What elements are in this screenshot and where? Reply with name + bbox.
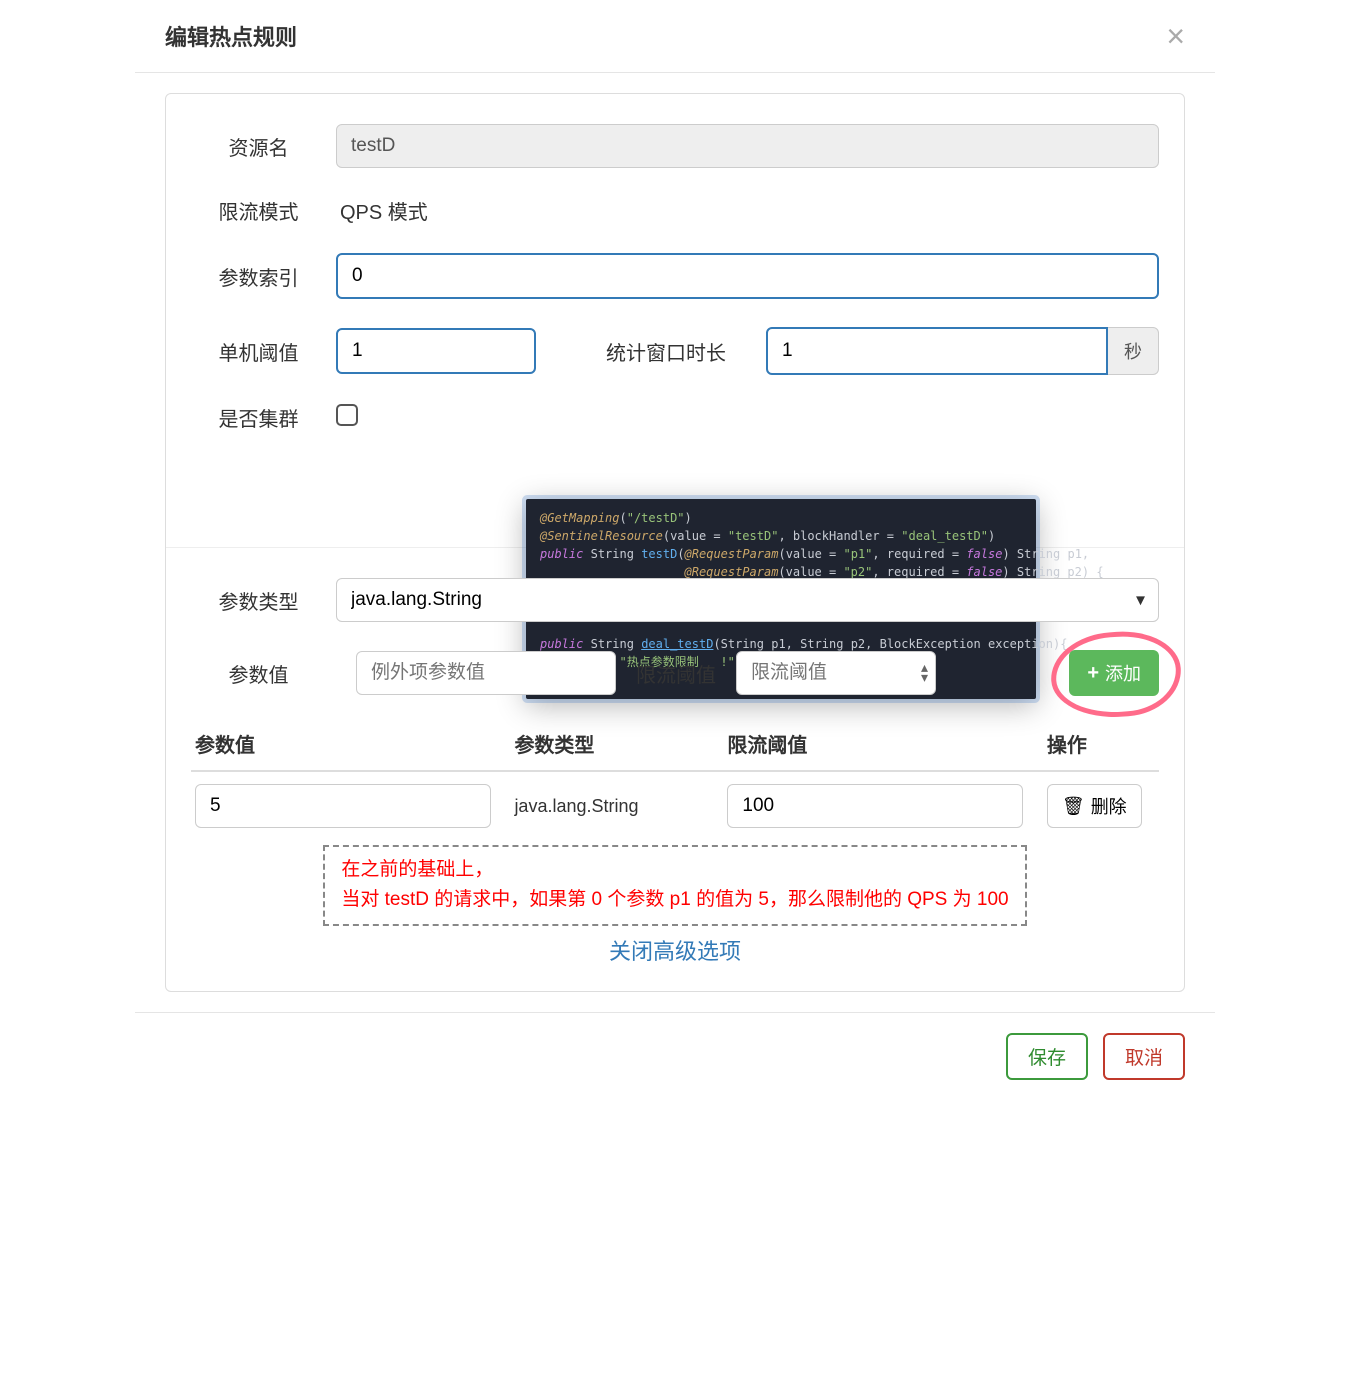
label-resource: 资源名 (191, 132, 336, 161)
toggle-advanced-link[interactable]: 关闭高级选项 (191, 934, 1159, 966)
label-param-type: 参数类型 (191, 586, 336, 615)
value-mode: QPS 模式 (336, 196, 1159, 225)
row-mode: 限流模式 QPS 模式 (191, 196, 1159, 225)
col-value: 参数值 (191, 721, 510, 771)
cell-type: java.lang.String (514, 796, 638, 816)
label-threshold: 单机阈值 (191, 337, 336, 366)
add-button-label: 添加 (1105, 660, 1141, 686)
unit-seconds: 秒 (1108, 327, 1159, 375)
label-mode: 限流模式 (191, 196, 336, 225)
annotation-line1: 在之前的基础上， (341, 855, 1008, 885)
checkbox-cluster[interactable] (336, 404, 358, 426)
form-panel: 资源名 限流模式 QPS 模式 参数索引 单机阈值 统 (165, 93, 1185, 992)
close-icon[interactable]: × (1166, 20, 1185, 52)
input-exception-value[interactable] (356, 651, 616, 695)
edit-hotspot-rule-modal: 编辑热点规则 × 资源名 限流模式 QPS 模式 参数索引 (135, 0, 1215, 1105)
save-button[interactable]: 保存 (1006, 1033, 1088, 1080)
modal-title: 编辑热点规则 (165, 20, 297, 52)
input-threshold[interactable] (336, 328, 536, 374)
col-type: 参数类型 (510, 721, 723, 771)
modal-header: 编辑热点规则 × (135, 0, 1215, 73)
modal-body: 资源名 限流模式 QPS 模式 参数索引 单机阈值 统 (135, 73, 1215, 992)
table-row: java.lang.String 🗑 删除 (191, 771, 1159, 840)
modal-footer: 保存 取消 (135, 1012, 1215, 1105)
delete-button[interactable]: 🗑 删除 (1047, 784, 1142, 828)
col-limit: 限流阈值 (723, 721, 1042, 771)
delete-label: 删除 (1091, 793, 1127, 819)
row-resource: 资源名 (191, 124, 1159, 168)
col-op: 操作 (1043, 721, 1159, 771)
label-param-index: 参数索引 (191, 262, 336, 291)
input-window[interactable] (766, 327, 1108, 375)
number-stepper-icon[interactable]: ▴▾ (921, 663, 928, 683)
plus-icon: + (1087, 662, 1099, 685)
cell-value-input[interactable] (195, 784, 491, 828)
label-window: 统计窗口时长 (566, 337, 766, 366)
cell-limit-input[interactable] (727, 784, 1023, 828)
add-button[interactable]: + 添加 (1069, 650, 1159, 696)
exception-table: 参数值 参数类型 限流阈值 操作 java.lang.String 🗑 (191, 721, 1159, 840)
input-param-index[interactable] (336, 253, 1159, 299)
input-limit-threshold[interactable] (736, 651, 936, 695)
input-resource[interactable] (336, 124, 1159, 168)
annotation-note: 在之前的基础上， 当对 testD 的请求中，如果第 0 个参数 p1 的值为 … (323, 845, 1026, 926)
label-cluster: 是否集群 (191, 403, 336, 432)
select-param-type[interactable] (336, 578, 1159, 622)
row-param-type: 参数类型 ▾ (191, 578, 1159, 622)
trash-icon: 🗑 (1062, 796, 1085, 817)
annotation-line2: 当对 testD 的请求中，如果第 0 个参数 p1 的值为 5，那么限制他的 … (341, 885, 1008, 915)
cancel-button[interactable]: 取消 (1103, 1033, 1185, 1080)
row-exception-add: 参数值 限流阈值 ▴▾ + 添加 (191, 650, 1159, 696)
row-threshold-window: 单机阈值 统计窗口时长 秒 (191, 327, 1159, 375)
label-limit-threshold: 限流阈值 (636, 659, 716, 688)
label-param-value: 参数值 (191, 659, 336, 688)
row-param-index: 参数索引 (191, 253, 1159, 299)
row-cluster: 是否集群 (191, 403, 1159, 432)
